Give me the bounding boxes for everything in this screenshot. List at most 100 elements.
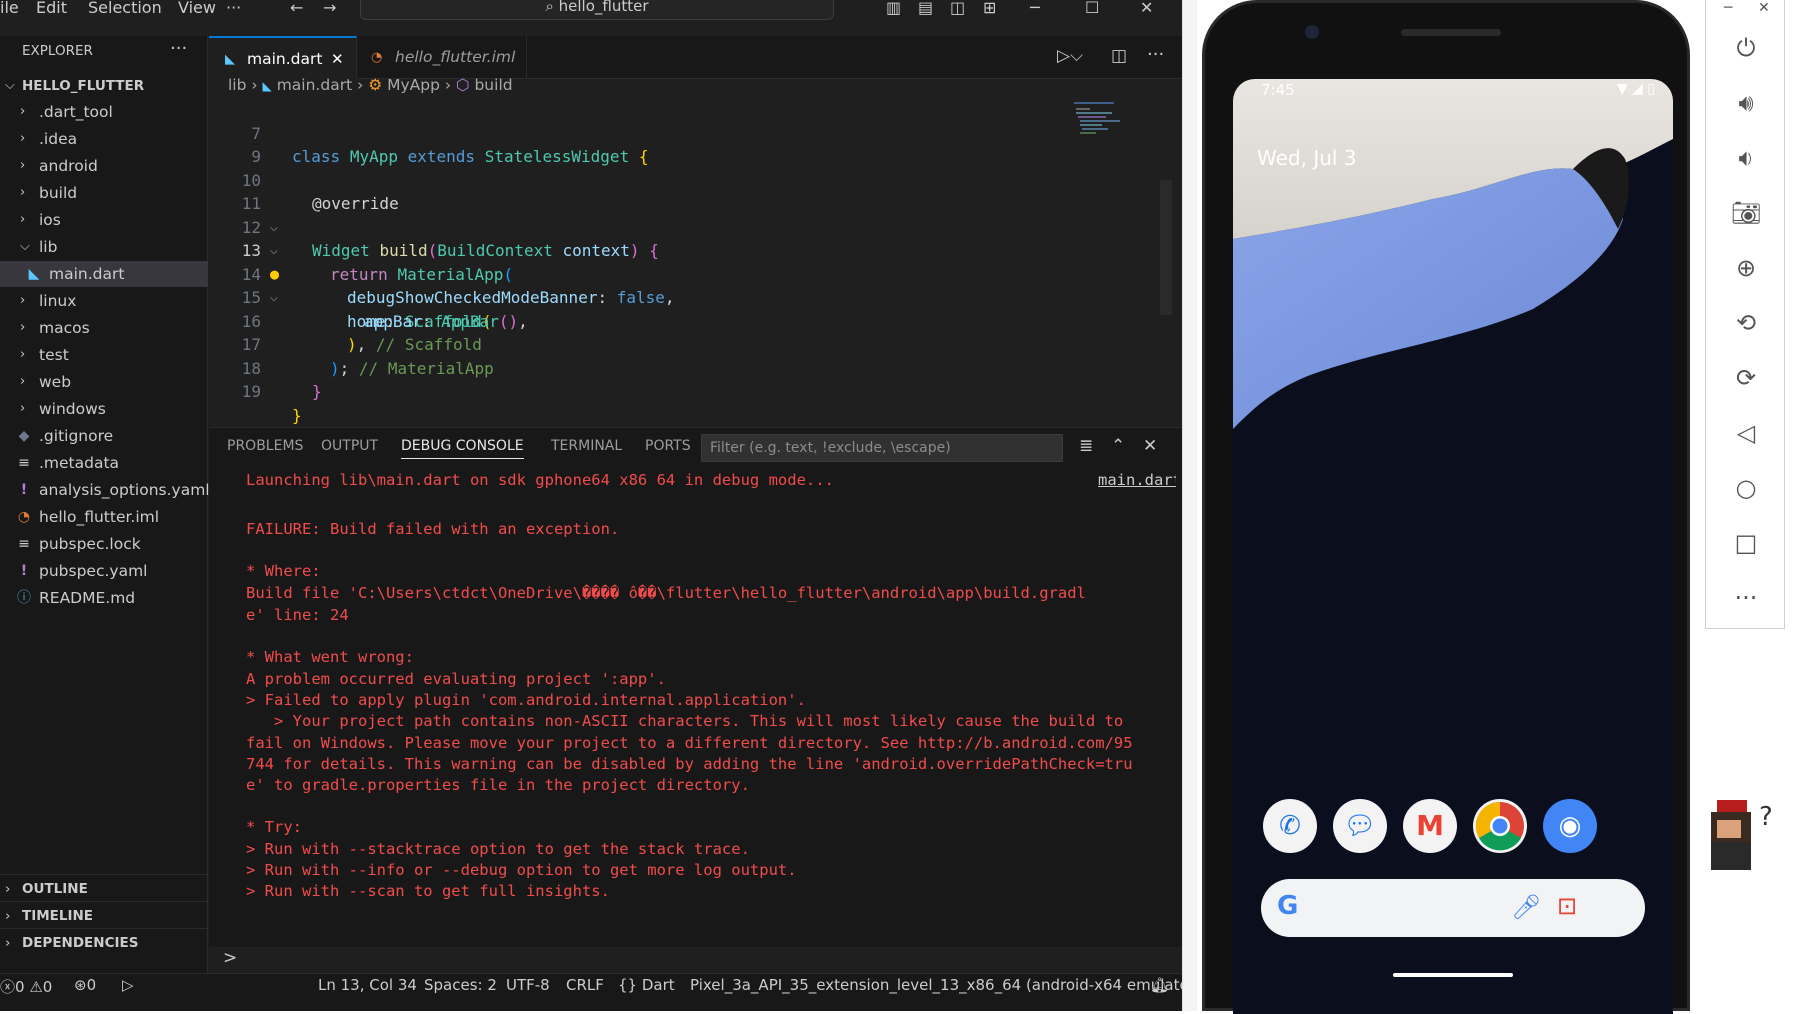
- svg-text:?: ?: [1759, 802, 1773, 832]
- minimap[interactable]: [1070, 98, 1170, 138]
- indentation[interactable]: Spaces: 2: [424, 976, 497, 994]
- minimize-icon[interactable]: ─: [1724, 0, 1732, 16]
- bell-icon[interactable]: 🔔︎: [1150, 976, 1169, 994]
- phone-screen[interactable]: 7:45 ▼ ◢ ▯ Wed, Jul 3 ✆ 💬︎ M ◉ G 🎤︎ ⊡: [1233, 79, 1673, 1014]
- debug-console-output[interactable]: main.dart:1 Launching lib\main.dart on s…: [246, 468, 1176, 948]
- microphone-icon[interactable]: 🎤︎: [1511, 893, 1541, 921]
- screenshot-icon[interactable]: 📷︎: [1706, 193, 1786, 233]
- close-panel-icon[interactable]: ✕: [1143, 436, 1157, 456]
- menu-view[interactable]: View: [178, 0, 216, 17]
- cursor-position[interactable]: Ln 13, Col 34: [318, 976, 417, 994]
- problems-status[interactable]: ⓧ0 ⚠0: [0, 976, 52, 997]
- section-label: DEPENDENCIES: [22, 935, 139, 951]
- tab-debug-console[interactable]: DEBUG CONSOLE: [401, 438, 524, 459]
- close-icon[interactable]: ✕: [1140, 0, 1153, 17]
- source-link[interactable]: main.dart:1: [1098, 468, 1176, 492]
- maximize-icon[interactable]: ☐: [1085, 0, 1099, 17]
- breadcrumb-item[interactable]: lib: [228, 76, 246, 94]
- breadcrumb-item[interactable]: MyApp: [387, 76, 440, 94]
- maximize-panel-icon[interactable]: ⌃: [1111, 436, 1125, 456]
- zoom-icon[interactable]: ⊕: [1706, 248, 1786, 288]
- editor-more-icon[interactable]: ···: [1147, 44, 1164, 65]
- tab-main-dart[interactable]: ◣ main.dart ✕: [209, 36, 357, 79]
- lens-icon[interactable]: ⊡: [1557, 892, 1577, 920]
- breadcrumb-item[interactable]: main.dart: [277, 76, 352, 94]
- menu-more[interactable]: ···: [226, 0, 241, 17]
- tree-item-macos[interactable]: › macos: [0, 315, 208, 341]
- lockscreen-date[interactable]: Wed, Jul 3: [1257, 146, 1357, 170]
- run-debug-icon[interactable]: ▷⌵: [1057, 46, 1083, 66]
- code-editor[interactable]: 7 class MyApp extends StatelessWidget { …: [209, 98, 1059, 425]
- menu-file[interactable]: ile: [0, 0, 19, 17]
- tree-item-ios[interactable]: › ios: [0, 207, 208, 233]
- gmail-app-icon[interactable]: M: [1403, 799, 1457, 853]
- tab-hello-flutter-iml[interactable]: ◔ hello_flutter.iml: [357, 36, 527, 79]
- ports-status[interactable]: ⊛0: [74, 976, 96, 994]
- volume-down-icon[interactable]: 🔉︎: [1706, 138, 1786, 178]
- section-dependencies[interactable]: › DEPENDENCIES: [0, 928, 208, 956]
- console-prompt[interactable]: >: [223, 948, 237, 968]
- volume-up-icon[interactable]: 🔊︎: [1706, 83, 1786, 123]
- section-timeline[interactable]: › TIMELINE: [0, 901, 208, 929]
- google-search-bar[interactable]: G 🎤︎ ⊡: [1261, 879, 1645, 937]
- tree-item-web[interactable]: › web: [0, 369, 208, 395]
- tab-problems[interactable]: PROBLEMS: [227, 438, 303, 454]
- language-mode[interactable]: {} Dart: [618, 976, 675, 994]
- tree-item-test[interactable]: › test: [0, 342, 208, 368]
- tree-item-iml[interactable]: ◔ hello_flutter.iml: [0, 504, 208, 530]
- tree-item-build[interactable]: › build: [0, 180, 208, 206]
- rotate-right-icon[interactable]: ⟳: [1706, 358, 1786, 398]
- menu-selection[interactable]: Selection: [88, 0, 162, 17]
- messages-app-icon[interactable]: 💬︎: [1333, 799, 1387, 853]
- section-outline[interactable]: › OUTLINE: [0, 874, 208, 902]
- tree-item-lib[interactable]: ⌵ lib: [0, 234, 208, 260]
- tab-terminal[interactable]: TERMINAL: [551, 438, 622, 454]
- tab-ports[interactable]: PORTS: [645, 438, 691, 454]
- tree-item-pubspec-lock[interactable]: ≡ pubspec.lock: [0, 531, 208, 557]
- toggle-panel-icon[interactable]: ▤: [918, 0, 933, 17]
- tree-item-android[interactable]: › android: [0, 153, 208, 179]
- minimize-icon[interactable]: ─: [1030, 0, 1040, 17]
- console-filter-input[interactable]: Filter (e.g. text, !exclude, \escape): [701, 434, 1063, 462]
- tab-close-icon[interactable]: ✕: [331, 38, 344, 81]
- debug-status-icon[interactable]: ▷: [122, 976, 134, 994]
- camera-app-icon[interactable]: ◉: [1543, 799, 1597, 853]
- customize-layout-icon[interactable]: ⊞: [983, 0, 996, 17]
- close-icon[interactable]: ✕: [1758, 0, 1770, 16]
- encoding[interactable]: UTF-8: [506, 976, 550, 994]
- tree-item-readme[interactable]: ⓘ README.md: [0, 585, 208, 611]
- tree-item-linux[interactable]: › linux: [0, 288, 208, 314]
- toggle-primary-sidebar-icon[interactable]: ▥: [886, 0, 901, 17]
- project-root[interactable]: ⌵ HELLO_FLUTTER: [0, 73, 208, 99]
- tree-item-metadata[interactable]: ≡ .metadata: [0, 450, 208, 476]
- back-icon[interactable]: ◁: [1706, 413, 1786, 453]
- phone-app-icon[interactable]: ✆: [1263, 799, 1317, 853]
- back-arrow-icon[interactable]: ←: [290, 0, 303, 17]
- breadcrumb-item[interactable]: build: [474, 76, 512, 94]
- overview-icon[interactable]: □: [1706, 523, 1786, 563]
- toggle-secondary-sidebar-icon[interactable]: ◫: [950, 0, 965, 17]
- tab-output[interactable]: OUTPUT: [321, 438, 378, 454]
- tree-item-main-dart[interactable]: ◣ main.dart: [0, 261, 208, 287]
- editor-scrollbar[interactable]: [1160, 180, 1172, 315]
- home-icon[interactable]: ○: [1706, 468, 1786, 508]
- gesture-bar[interactable]: [1393, 973, 1513, 977]
- split-editor-icon[interactable]: ◫: [1111, 46, 1127, 66]
- forward-arrow-icon[interactable]: →: [323, 0, 336, 17]
- tree-item-analysis-options[interactable]: ! analysis_options.yaml: [0, 477, 210, 503]
- line-ending[interactable]: CRLF: [566, 976, 604, 994]
- device-selector[interactable]: Pixel_3a_API_35_extension_level_13_x86_6…: [690, 976, 1182, 994]
- more-icon[interactable]: ···: [1706, 578, 1786, 618]
- clear-console-icon[interactable]: ≣: [1079, 436, 1093, 456]
- tree-item-idea[interactable]: › .idea: [0, 126, 208, 152]
- explorer-more-icon[interactable]: ···: [170, 38, 187, 59]
- chrome-app-icon[interactable]: [1473, 799, 1527, 853]
- tree-item-windows[interactable]: › windows: [0, 396, 208, 422]
- command-center-search[interactable]: ⌕ hello_flutter: [360, 0, 834, 20]
- rotate-left-icon[interactable]: ⟲: [1706, 303, 1786, 343]
- menu-edit[interactable]: Edit: [36, 0, 67, 17]
- tree-item-dart-tool[interactable]: › .dart_tool: [0, 99, 208, 125]
- tree-item-pubspec-yaml[interactable]: ! pubspec.yaml: [0, 558, 208, 584]
- power-icon[interactable]: ⏻: [1706, 28, 1786, 68]
- tree-item-gitignore[interactable]: ◆ .gitignore: [0, 423, 208, 449]
